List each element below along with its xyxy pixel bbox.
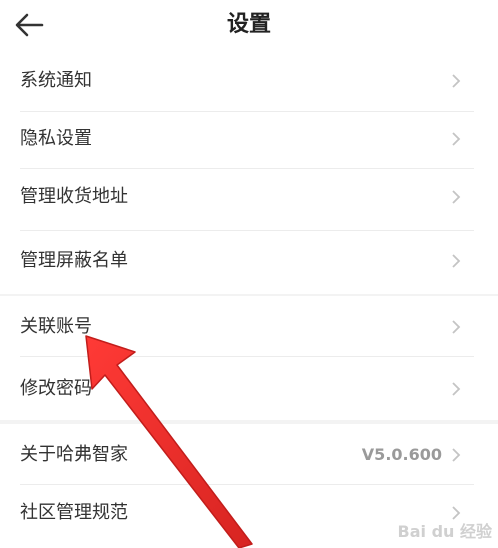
- chevron-right-icon: [452, 382, 461, 396]
- chevron-right-icon: [452, 320, 461, 334]
- chevron-right-icon: [452, 254, 461, 268]
- row-privacy-settings[interactable]: 隐私设置: [0, 108, 498, 170]
- row-system-notification[interactable]: 系统通知: [0, 50, 498, 112]
- page-title: 设置: [226, 12, 271, 37]
- row-label: 修改密码: [20, 378, 92, 399]
- chevron-right-icon: [452, 74, 461, 88]
- row-label: 系统通知: [20, 70, 92, 91]
- row-manage-address[interactable]: 管理收货地址: [0, 166, 498, 228]
- chevron-right-icon: [452, 448, 461, 462]
- row-label: 管理屏蔽名单: [20, 250, 128, 271]
- row-label: 关联账号: [20, 316, 92, 337]
- row-linked-accounts[interactable]: 关联账号: [0, 296, 498, 358]
- row-label: 社区管理规范: [20, 502, 128, 523]
- settings-group-1: 系统通知 隐私设置 管理收货地址 管理屏蔽名单: [0, 50, 498, 294]
- row-label: 隐私设置: [20, 128, 92, 149]
- row-manage-blocklist[interactable]: 管理屏蔽名单: [0, 230, 498, 292]
- baidu-watermark: Bai du 经验: [397, 522, 492, 541]
- settings-group-2: 关联账号 修改密码: [0, 296, 498, 420]
- row-label: 管理收货地址: [20, 186, 128, 207]
- version-text: V5.0.600: [361, 445, 442, 464]
- divider: [20, 356, 474, 357]
- row-label: 关于哈弗智家: [20, 444, 128, 465]
- chevron-right-icon: [452, 190, 461, 204]
- row-change-password[interactable]: 修改密码: [0, 358, 498, 420]
- top-bar: 设置: [0, 0, 498, 50]
- row-about-app[interactable]: 关于哈弗智家 V5.0.600: [0, 424, 498, 486]
- chevron-right-icon: [452, 132, 461, 146]
